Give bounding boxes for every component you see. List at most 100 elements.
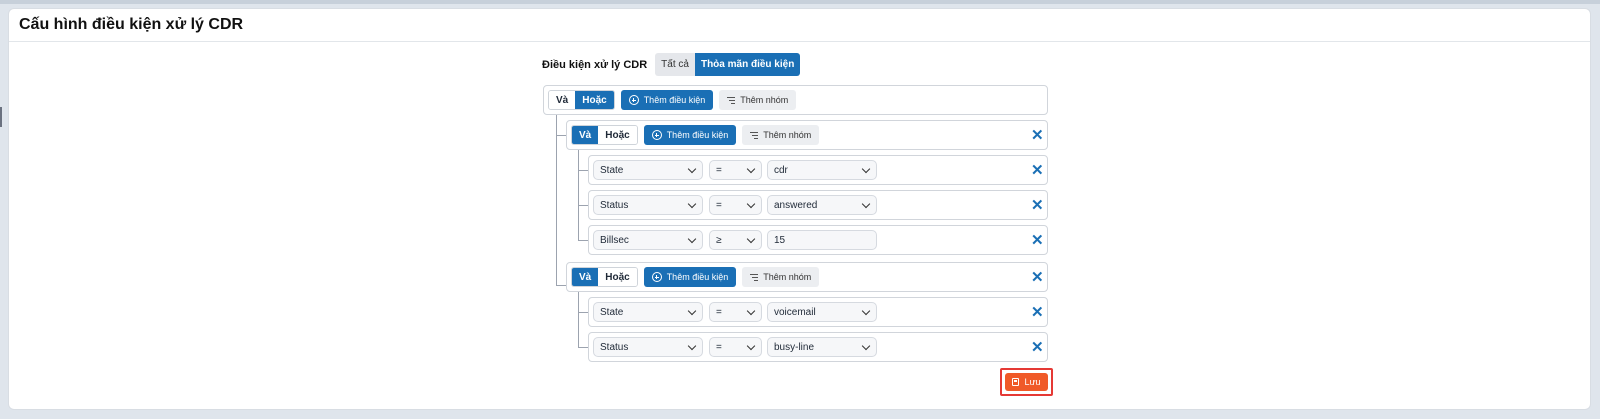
root-or-option[interactable]: Hoặc bbox=[575, 91, 614, 109]
operator-select[interactable]: = bbox=[709, 337, 762, 357]
tree-line bbox=[578, 149, 579, 241]
field-select[interactable]: State bbox=[593, 160, 703, 180]
group-2-toolbar: Và Hoặc Thêm điều kiện Thêm nhóm bbox=[571, 267, 820, 287]
chevron-down-icon bbox=[687, 234, 697, 244]
chevron-down-icon bbox=[861, 306, 871, 316]
value-text: busy-line bbox=[774, 341, 815, 353]
value-select[interactable]: answered bbox=[767, 195, 877, 215]
chevron-down-icon bbox=[746, 199, 756, 209]
tree-line bbox=[578, 240, 588, 241]
remove-condition-icon[interactable]: ✕ bbox=[1031, 198, 1044, 213]
field-value: Status bbox=[600, 199, 629, 211]
top-strip bbox=[0, 0, 1600, 4]
root-and-option[interactable]: Và bbox=[549, 91, 576, 109]
card-header: Cấu hình điều kiện xử lý CDR bbox=[9, 9, 1590, 42]
root-and-or-toggle: Và Hoặc bbox=[548, 90, 615, 110]
value-select[interactable]: busy-line bbox=[767, 337, 877, 357]
tree-line bbox=[578, 205, 588, 206]
group-2-add-group-button[interactable]: Thêm nhóm bbox=[742, 267, 820, 287]
group-1-and-option[interactable]: Và bbox=[572, 126, 599, 144]
plus-circle-icon bbox=[628, 95, 639, 105]
save-button[interactable]: Lưu bbox=[1005, 373, 1048, 391]
operator-value: ≥ bbox=[716, 234, 722, 246]
list-icon bbox=[727, 96, 736, 104]
value-text: cdr bbox=[774, 164, 788, 176]
operator-select[interactable]: ≥ bbox=[709, 230, 762, 250]
group-2-and-option[interactable]: Và bbox=[572, 268, 599, 286]
tree-line bbox=[578, 347, 588, 348]
remove-condition-icon[interactable]: ✕ bbox=[1031, 233, 1044, 248]
condition-mode-row: Điều kiện xử lý CDR Tất cả Thỏa mãn điều… bbox=[542, 53, 801, 76]
operator-value: = bbox=[716, 199, 722, 211]
field-value: Status bbox=[600, 341, 629, 353]
list-icon bbox=[750, 273, 759, 281]
group-1-toolbar: Và Hoặc Thêm điều kiện Thêm nhóm bbox=[571, 125, 820, 145]
remove-condition-icon[interactable]: ✕ bbox=[1031, 163, 1044, 178]
field-select[interactable]: Billsec bbox=[593, 230, 703, 250]
condition-mode-toggle: Tất cả Thỏa mãn điều kiện bbox=[655, 53, 801, 76]
tree-line bbox=[578, 290, 579, 347]
root-add-group-button[interactable]: Thêm nhóm bbox=[719, 90, 797, 110]
group-1-add-group-button[interactable]: Thêm nhóm bbox=[742, 125, 820, 145]
tree-line bbox=[556, 135, 566, 136]
field-select[interactable]: State bbox=[593, 302, 703, 322]
group-1-remove-icon[interactable]: ✕ bbox=[1031, 128, 1044, 143]
operator-value: = bbox=[716, 341, 722, 353]
field-value: State bbox=[600, 164, 624, 176]
value-text: voicemail bbox=[774, 306, 816, 318]
condition-mode-match[interactable]: Thỏa mãn điều kiện bbox=[694, 53, 801, 76]
chevron-down-icon bbox=[687, 164, 697, 174]
group-1-add-condition-button[interactable]: Thêm điều kiện bbox=[643, 125, 737, 145]
add-condition-label: Thêm điều kiện bbox=[666, 130, 729, 140]
add-condition-label: Thêm điều kiện bbox=[643, 95, 706, 105]
list-icon bbox=[750, 131, 759, 139]
tree-line bbox=[556, 285, 566, 286]
root-group-toolbar: Và Hoặc Thêm điều kiện Thêm nhóm bbox=[548, 90, 797, 110]
tree-line bbox=[578, 312, 588, 313]
field-value: State bbox=[600, 306, 624, 318]
field-value: Billsec bbox=[600, 234, 629, 246]
root-add-condition-button[interactable]: Thêm điều kiện bbox=[620, 90, 714, 110]
group-2-add-condition-button[interactable]: Thêm điều kiện bbox=[643, 267, 737, 287]
add-group-label: Thêm nhóm bbox=[763, 272, 812, 282]
value-input[interactable]: 15 bbox=[767, 230, 877, 250]
chevron-down-icon bbox=[687, 341, 697, 351]
chevron-down-icon bbox=[861, 164, 871, 174]
group-2-or-option[interactable]: Hoặc bbox=[598, 268, 637, 286]
chevron-down-icon bbox=[687, 306, 697, 316]
page-title: Cấu hình điều kiện xử lý CDR bbox=[19, 16, 244, 33]
condition-mode-all[interactable]: Tất cả bbox=[655, 53, 695, 76]
save-label: Lưu bbox=[1024, 377, 1041, 387]
chevron-down-icon bbox=[746, 164, 756, 174]
chevron-down-icon bbox=[861, 199, 871, 209]
value-text: answered bbox=[774, 199, 818, 211]
remove-condition-icon[interactable]: ✕ bbox=[1031, 340, 1044, 355]
save-icon bbox=[1012, 378, 1020, 386]
add-group-label: Thêm nhóm bbox=[763, 130, 812, 140]
plus-circle-icon bbox=[651, 130, 662, 140]
operator-select[interactable]: = bbox=[709, 195, 762, 215]
value-select[interactable]: cdr bbox=[767, 160, 877, 180]
field-select[interactable]: Status bbox=[593, 195, 703, 215]
chevron-down-icon bbox=[746, 234, 756, 244]
remove-condition-icon[interactable]: ✕ bbox=[1031, 305, 1044, 320]
chevron-down-icon bbox=[687, 199, 697, 209]
group-1-or-option[interactable]: Hoặc bbox=[598, 126, 637, 144]
operator-select[interactable]: = bbox=[709, 160, 762, 180]
value-select[interactable]: voicemail bbox=[767, 302, 877, 322]
field-select[interactable]: Status bbox=[593, 337, 703, 357]
group-2-remove-icon[interactable]: ✕ bbox=[1031, 270, 1044, 285]
group-2-and-or-toggle: Và Hoặc bbox=[571, 267, 638, 287]
chevron-down-icon bbox=[861, 341, 871, 351]
operator-select[interactable]: = bbox=[709, 302, 762, 322]
group-1-and-or-toggle: Và Hoặc bbox=[571, 125, 638, 145]
add-group-label: Thêm nhóm bbox=[740, 95, 789, 105]
chevron-down-icon bbox=[746, 306, 756, 316]
chevron-down-icon bbox=[746, 341, 756, 351]
add-condition-label: Thêm điều kiện bbox=[666, 272, 729, 282]
tree-line bbox=[556, 114, 557, 286]
tree-line bbox=[578, 170, 588, 171]
operator-value: = bbox=[716, 306, 722, 318]
operator-value: = bbox=[716, 164, 722, 176]
plus-circle-icon bbox=[651, 272, 662, 282]
